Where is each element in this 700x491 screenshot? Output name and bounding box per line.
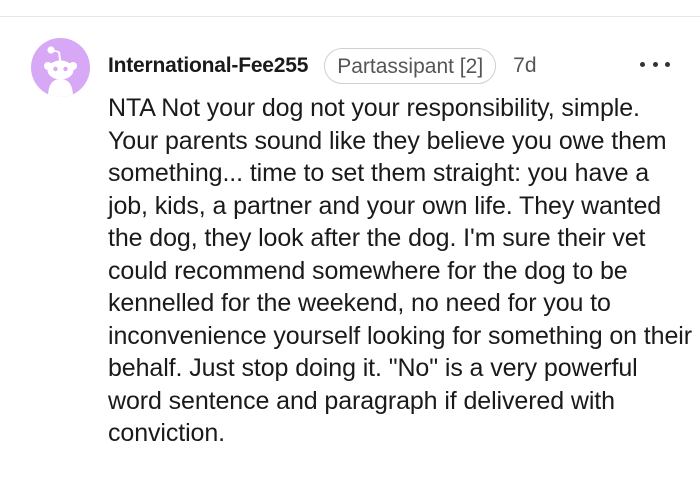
comment-header: International-Fee255 Partassipant [2] 7d [108, 46, 537, 86]
ellipsis-horizontal-icon[interactable] [640, 52, 670, 76]
more-dot [640, 61, 645, 67]
comment-age: 7d [513, 54, 537, 77]
avatar[interactable] [31, 38, 90, 97]
username-link[interactable]: International-Fee255 [108, 54, 308, 78]
snoo-avatar-icon [44, 46, 77, 97]
more-dot [665, 61, 670, 67]
user-flair-badge: Partassipant [2] [324, 48, 497, 84]
more-dot [652, 61, 658, 67]
top-divider [0, 16, 700, 17]
comment-body: NTA Not your dog not your responsibility… [108, 94, 692, 447]
